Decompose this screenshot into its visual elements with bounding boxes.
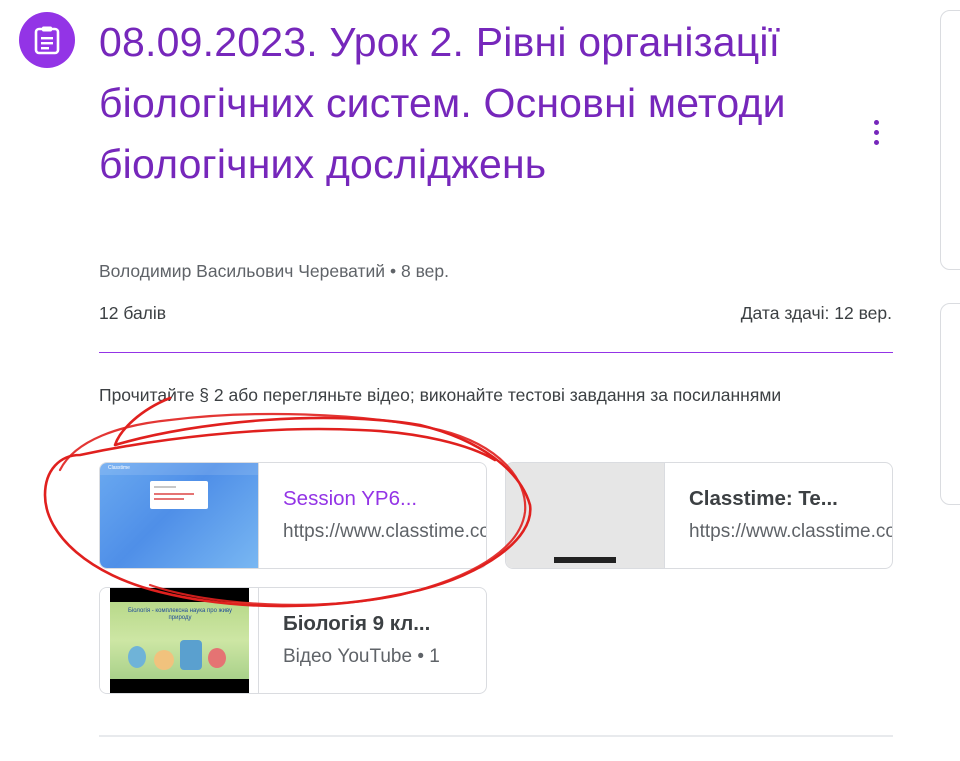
meta-separator: •: [389, 261, 401, 281]
attachment-url: https://www.classtime.com: [689, 521, 892, 542]
due-date-label: Дата здачі: 12 вер.: [740, 303, 892, 323]
instructions-text: Прочитайте § 2 або перегляньте відео; ви…: [99, 385, 782, 405]
assignment-meta: Володимир Васильович Череватий • 8 вер.: [99, 261, 449, 282]
assignment-icon: [19, 12, 75, 68]
assignment-title: 08.09.2023. Урок 2. Рівні організації бі…: [99, 19, 786, 187]
author-name: Володимир Васильович Череватий: [99, 261, 386, 281]
posted-date: 8 вер.: [400, 261, 449, 281]
attachment-title[interactable]: Session YP6...: [283, 487, 486, 511]
side-panel-top: [940, 10, 960, 270]
attachment-thumbnail: Classtime: [100, 463, 259, 568]
attachment-thumbnail: [506, 463, 665, 568]
classtime-brand-text: Classtime: [108, 465, 130, 471]
attachment-card-classtime[interactable]: Classtime: Te... https://www.classtime.c…: [505, 462, 893, 569]
more-options-icon[interactable]: [860, 112, 892, 152]
video-thumbnail: Біологія - комплексна наука про живу при…: [100, 588, 259, 693]
video-caption: Біологія - комплексна наука про живу при…: [127, 608, 233, 621]
side-panel-bottom: [940, 303, 960, 505]
attachment-subtitle: Відео YouTube • 1: [283, 646, 440, 667]
attachment-card-session[interactable]: Classtime Session YP6... https://www.cla…: [99, 462, 487, 569]
points-label: 12 балів: [99, 303, 167, 323]
attachment-card-youtube[interactable]: Біологія - комплексна наука про живу при…: [99, 587, 487, 694]
attachment-url: https://www.classtime.com: [283, 521, 486, 542]
bottom-divider: [99, 735, 893, 737]
header-divider: [99, 352, 893, 353]
attachment-title[interactable]: Classtime: Te...: [689, 487, 892, 511]
attachment-title[interactable]: Біологія 9 кл...: [283, 612, 486, 636]
